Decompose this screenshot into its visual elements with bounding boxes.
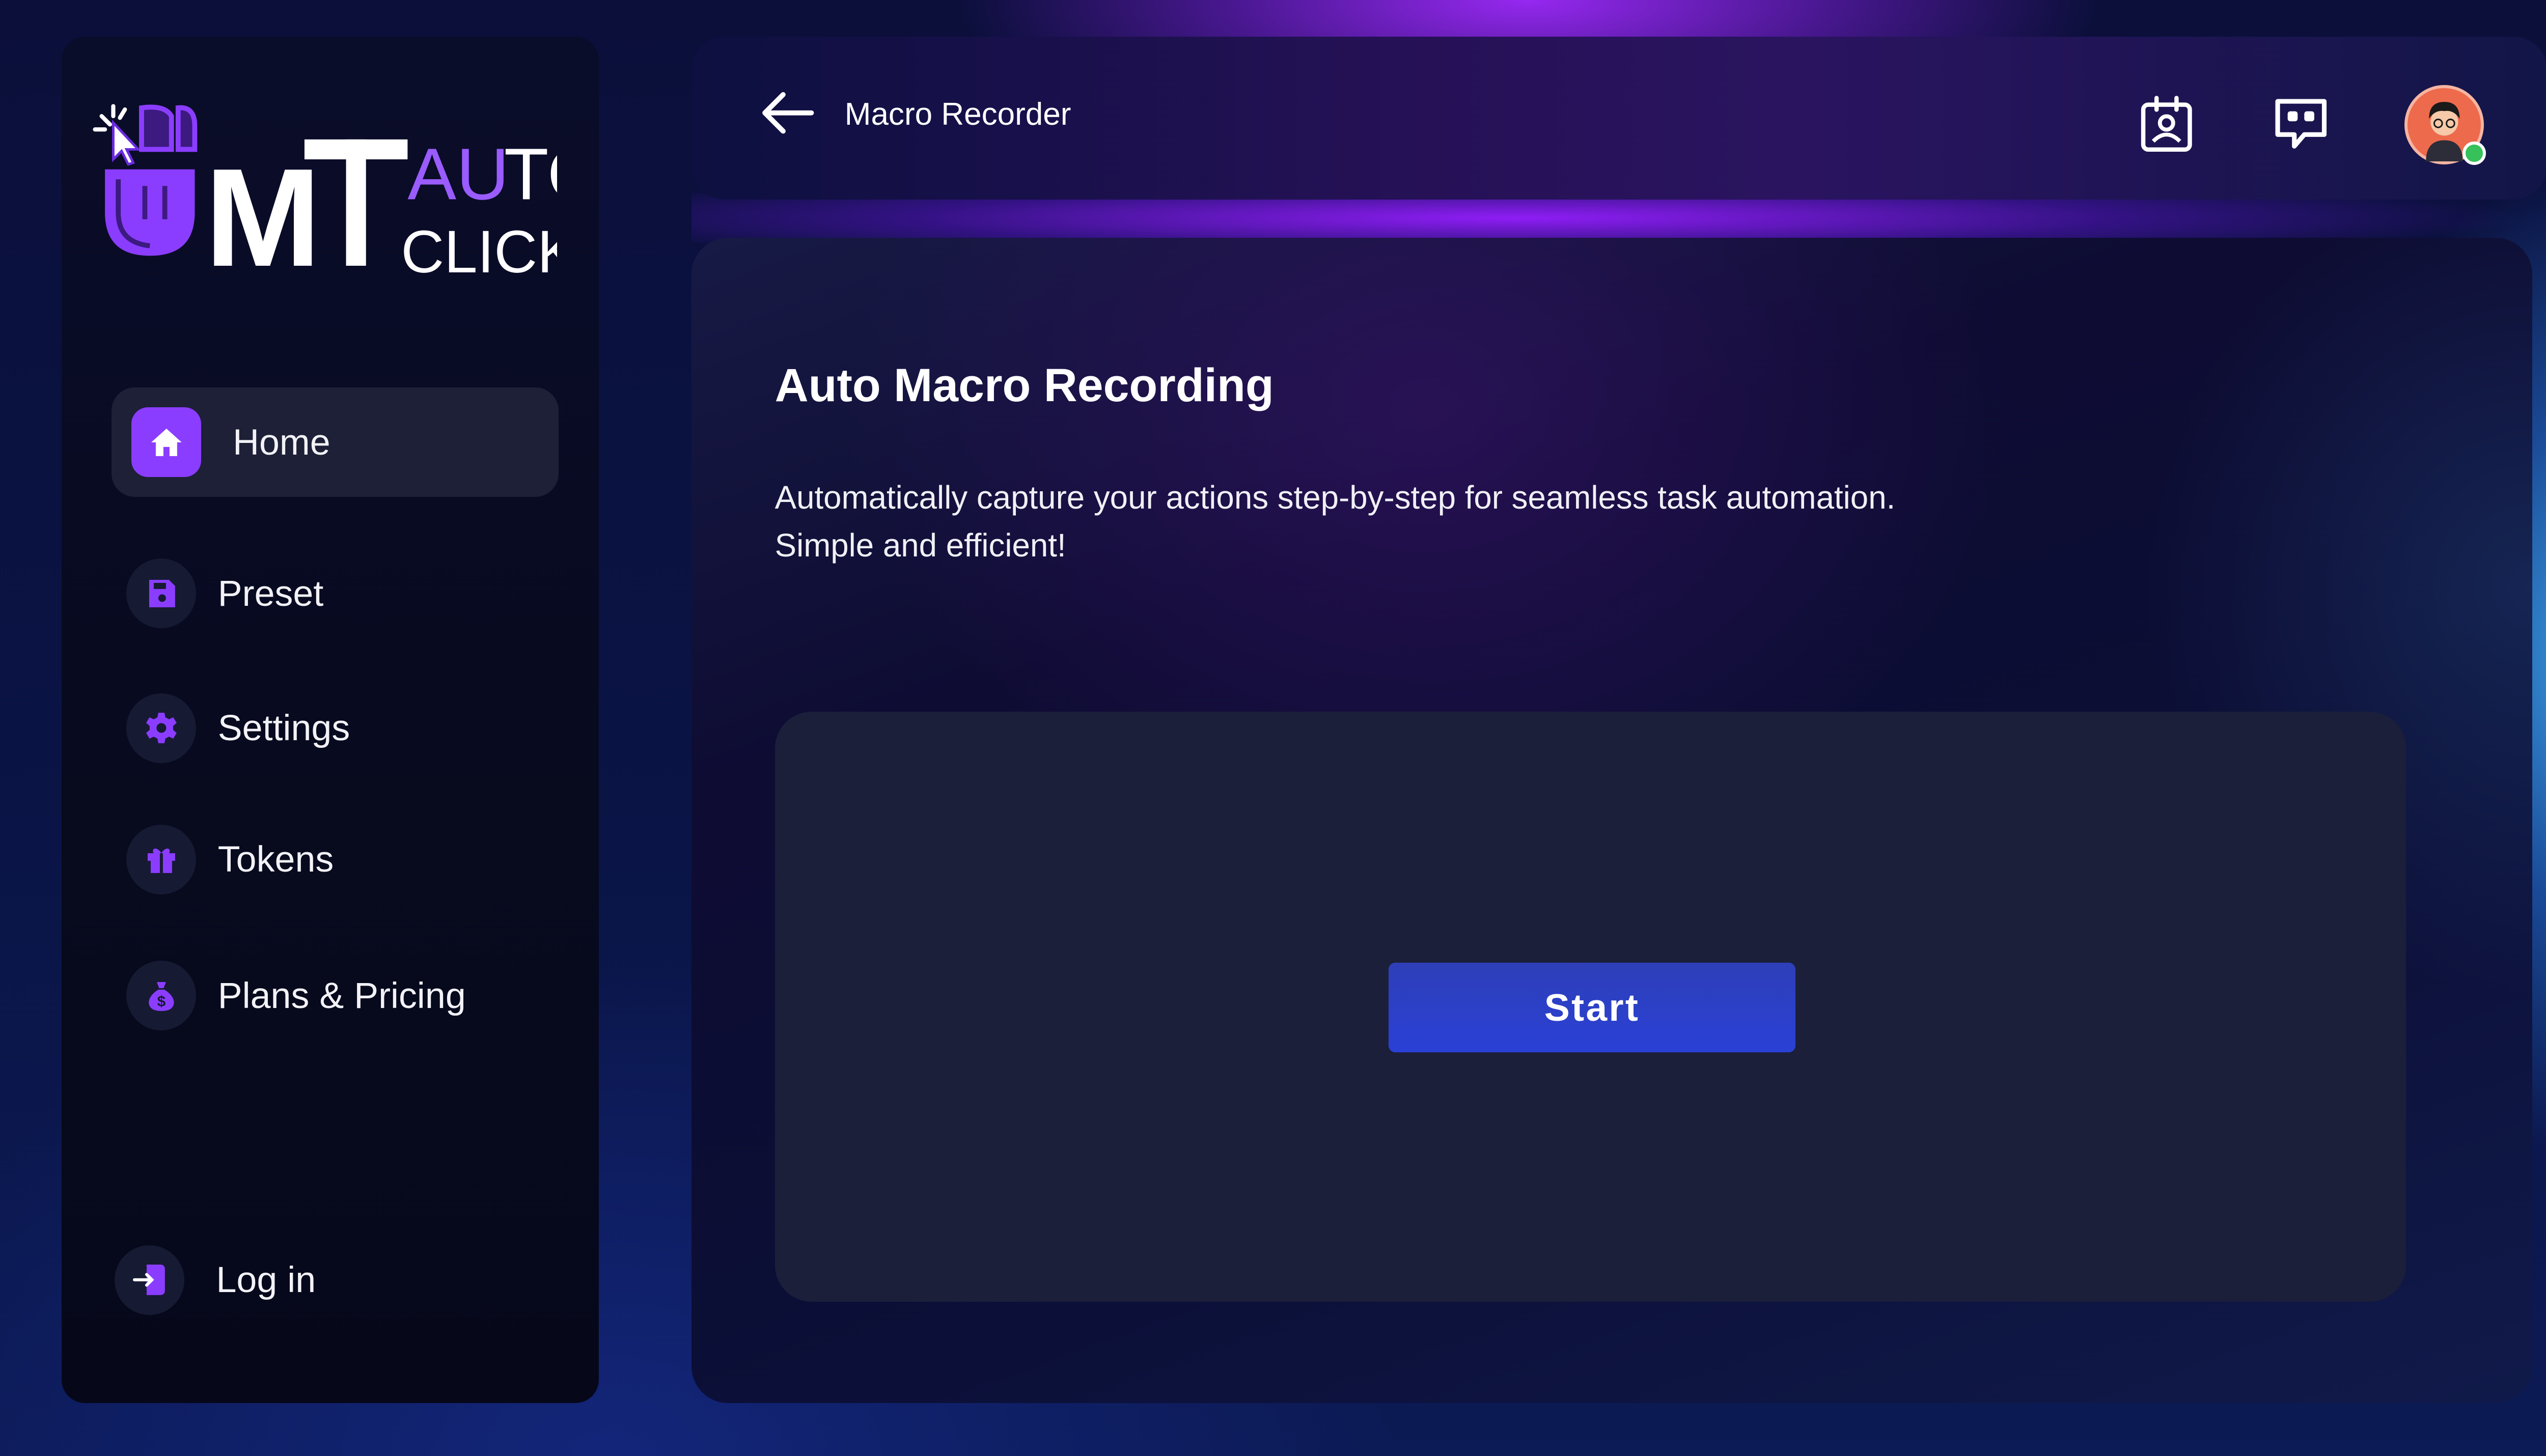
svg-text:$: $ — [157, 993, 165, 1010]
arrow-left-icon[interactable] — [758, 90, 815, 136]
avatar[interactable] — [2404, 85, 2486, 165]
logo-m: M — [205, 140, 321, 296]
sidebar-item-label: Settings — [217, 708, 350, 749]
contact-card-icon[interactable] — [2137, 95, 2197, 155]
login-label: Log in — [216, 1259, 316, 1301]
page-header-title: Macro Recorder — [844, 97, 1071, 132]
logo-graphic: M AU TO CLICKER — [93, 104, 660, 296]
sidebar-item-settings[interactable]: Settings — [126, 693, 350, 763]
top-bar: Macro Recorder — [691, 36, 2546, 200]
logo-auto: AU — [407, 134, 509, 215]
start-button[interactable]: Start — [1388, 962, 1796, 1052]
online-status-indicator — [2462, 142, 2486, 165]
sidebar: M AU TO CLICKER Home Preset Settings Tok… — [61, 36, 660, 1403]
sidebar-item-label: Preset — [217, 573, 324, 614]
recording-panel: Start — [774, 711, 2406, 1302]
sidebar-item-label: Plans & Pricing — [217, 975, 466, 1016]
money-bag-icon: $ — [126, 961, 197, 1031]
page-description: Automatically capture your actions step-… — [774, 479, 1896, 564]
sidebar-item-plans-pricing[interactable]: $ Plans & Pricing — [126, 961, 466, 1031]
gift-icon — [126, 824, 197, 894]
page-title: Auto Macro Recording — [774, 359, 1274, 412]
sidebar-item-label: Home — [233, 422, 330, 463]
logo-clicker: CLICKER — [401, 218, 557, 285]
login-button[interactable]: Log in — [115, 1245, 316, 1315]
svg-text:TO: TO — [504, 134, 557, 215]
app-logo[interactable]: M AU TO CLICKER — [92, 103, 660, 302]
cursor-burst-icon — [93, 104, 127, 132]
save-icon — [126, 558, 197, 629]
login-icon — [115, 1245, 185, 1315]
sidebar-item-label: Tokens — [217, 839, 334, 880]
sidebar-item-home[interactable]: Home — [111, 387, 559, 497]
main-content: Auto Macro Recording Automatically captu… — [691, 237, 2533, 1403]
gear-icon — [126, 693, 197, 763]
chat-support-icon[interactable] — [2271, 95, 2331, 155]
sidebar-item-preset[interactable]: Preset — [126, 558, 324, 629]
header-glow — [691, 192, 2521, 243]
sidebar-item-tokens[interactable]: Tokens — [126, 824, 334, 894]
home-icon — [131, 407, 202, 478]
